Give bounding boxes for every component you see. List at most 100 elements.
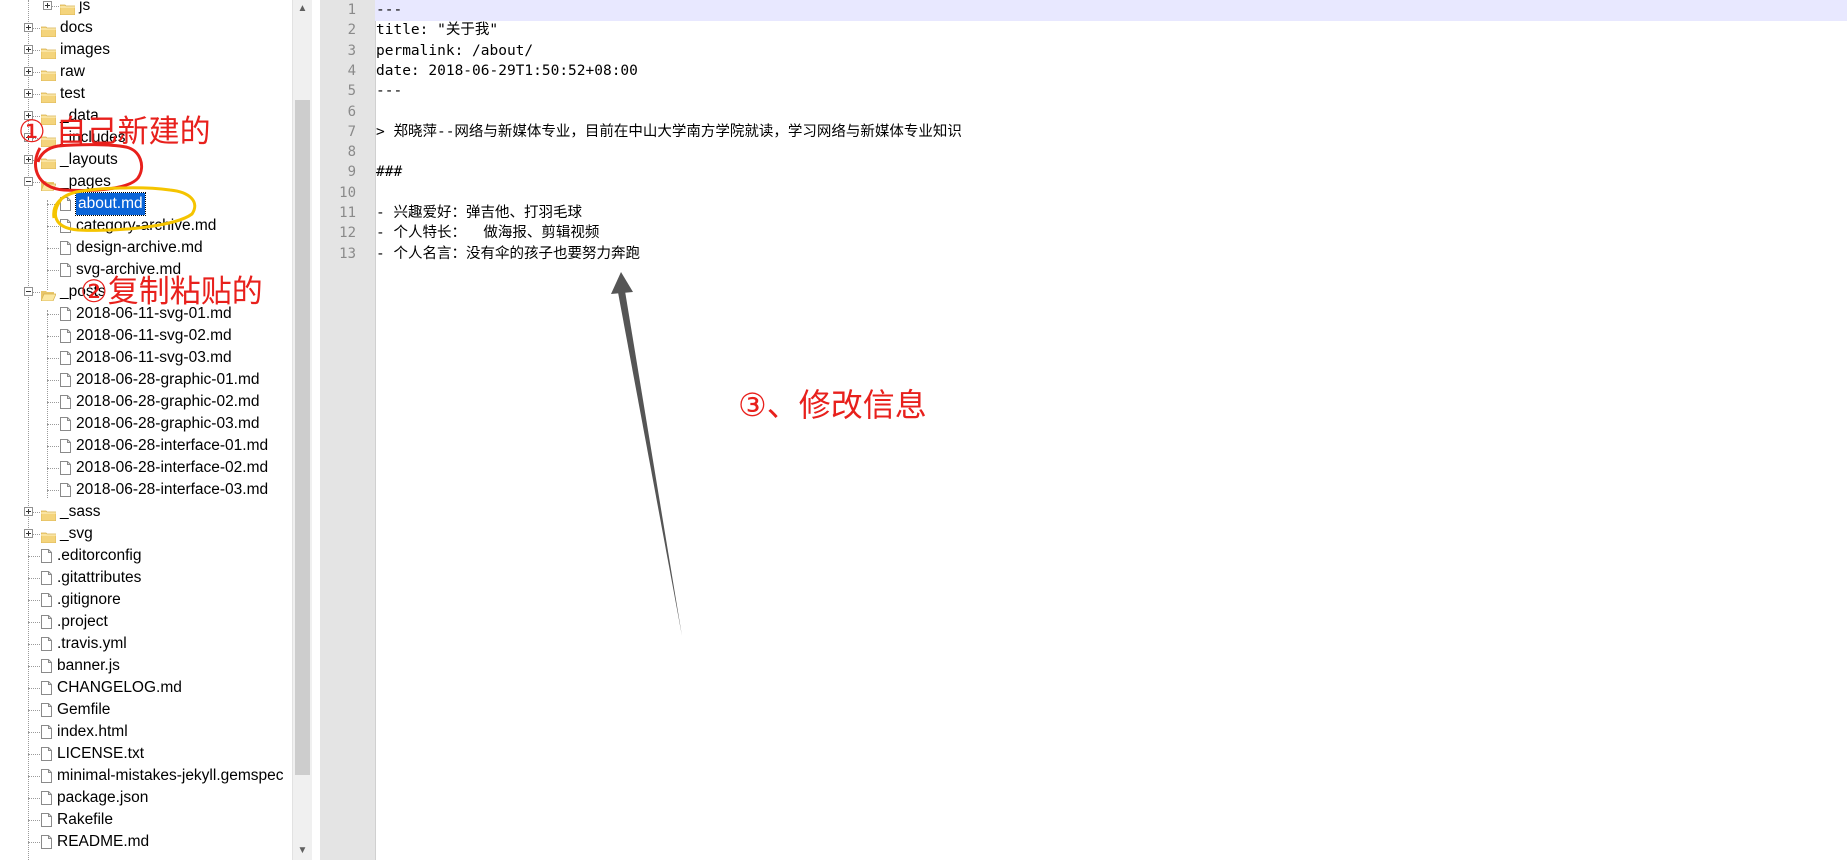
collapse-minus-icon[interactable]	[24, 177, 33, 186]
folder-icon	[40, 66, 57, 82]
file-icon	[41, 614, 52, 629]
tree-item[interactable]: _layouts	[0, 149, 292, 171]
expand-plus-icon[interactable]	[24, 529, 33, 538]
tree-item[interactable]: 2018-06-11-svg-02.md	[0, 325, 292, 347]
tree-item[interactable]: package.json	[0, 787, 292, 809]
tree-item-label: images	[60, 41, 110, 58]
code-line[interactable]: - 兴趣爱好：弹吉他、打羽毛球	[376, 203, 582, 223]
file-icon	[60, 482, 71, 497]
file-icon	[60, 460, 71, 475]
scroll-up-arrow-icon[interactable]: ▲	[293, 0, 312, 18]
code-line[interactable]: ---	[376, 81, 402, 101]
line-number: 6	[347, 103, 356, 120]
line-number: 3	[347, 42, 356, 59]
tree-item[interactable]: index.html	[0, 721, 292, 743]
tree-item[interactable]: 2018-06-11-svg-03.md	[0, 347, 292, 369]
expand-plus-icon[interactable]	[24, 89, 33, 98]
tree-item[interactable]: test	[0, 83, 292, 105]
expand-plus-icon[interactable]	[43, 1, 52, 10]
folder-icon	[40, 22, 57, 38]
folder-icon	[40, 528, 57, 544]
tree-item[interactable]: _svg	[0, 523, 292, 545]
tree-item[interactable]: 2018-06-28-graphic-03.md	[0, 413, 292, 435]
tree-scrollbar[interactable]: ▲ ▼	[292, 0, 312, 860]
tree-item[interactable]: .gitattributes	[0, 567, 292, 589]
expand-plus-icon[interactable]	[24, 45, 33, 54]
tree-item[interactable]: minimal-mistakes-jekyll.gemspec	[0, 765, 292, 787]
tree-item-label: _svg	[60, 525, 93, 542]
line-number: 5	[347, 83, 356, 100]
tree-item-label: .project	[57, 613, 108, 630]
folder-icon	[40, 88, 57, 104]
tree-item[interactable]: Gemfile	[0, 699, 292, 721]
code-line[interactable]: ###	[376, 162, 402, 182]
tree-item[interactable]: LICENSE.txt	[0, 743, 292, 765]
tree-item[interactable]: 2018-06-28-interface-01.md	[0, 435, 292, 457]
line-number: 4	[347, 62, 356, 79]
file-icon	[41, 790, 52, 805]
code-line[interactable]: - 个人特长： 做海报、剪辑视频	[376, 223, 599, 243]
tree-item[interactable]: .editorconfig	[0, 545, 292, 567]
tree-connector	[47, 226, 59, 227]
tree-item[interactable]: design-archive.md	[0, 237, 292, 259]
tree-connector	[47, 446, 59, 447]
tree-item[interactable]: docs	[0, 17, 292, 39]
tree-item[interactable]: raw	[0, 61, 292, 83]
code-line[interactable]: ---	[376, 0, 402, 20]
tree-item-label: 2018-06-28-interface-03.md	[76, 481, 269, 498]
tree-item[interactable]: category-archive.md	[0, 215, 292, 237]
tree-item[interactable]: 2018-06-28-graphic-01.md	[0, 369, 292, 391]
code-line[interactable]: - 个人名言：没有伞的孩子也要努力奔跑	[376, 244, 640, 264]
tree-item[interactable]: images	[0, 39, 292, 61]
expand-plus-icon[interactable]	[24, 67, 33, 76]
current-line-highlight	[375, 0, 1847, 21]
expand-plus-icon[interactable]	[24, 507, 33, 516]
tree-item[interactable]: .project	[0, 611, 292, 633]
tree-item[interactable]: Rakefile	[0, 809, 292, 831]
tree-connector	[28, 776, 40, 777]
tree-item-label: 2018-06-11-svg-02.md	[76, 327, 232, 344]
tree-connector	[28, 842, 40, 843]
tree-item[interactable]: banner.js	[0, 655, 292, 677]
tree-item-label: 2018-06-28-graphic-02.md	[76, 393, 260, 410]
expand-plus-icon[interactable]	[24, 23, 33, 32]
tree-connector	[28, 710, 40, 711]
code-line[interactable]: title: "关于我"	[376, 20, 498, 40]
file-icon	[60, 262, 71, 277]
tree-item[interactable]: 2018-06-28-interface-02.md	[0, 457, 292, 479]
file-icon	[41, 812, 52, 827]
tree-connector	[47, 468, 59, 469]
tree-item[interactable]: _pages	[0, 171, 292, 193]
collapse-minus-icon[interactable]	[24, 287, 33, 296]
tree-item[interactable]: README.md	[0, 831, 292, 853]
tree-connector	[28, 556, 40, 557]
code-line[interactable]: permalink: /about/	[376, 41, 533, 61]
code-line[interactable]: > 郑晓萍--网络与新媒体专业，目前在中山大学南方学院就读，学习网络与新媒体专业…	[376, 122, 962, 142]
line-number: 10	[339, 184, 356, 201]
tree-item[interactable]: _sass	[0, 501, 292, 523]
scroll-down-arrow-icon[interactable]: ▼	[293, 842, 312, 860]
tree-item-label: index.html	[57, 723, 128, 740]
tree-item[interactable]: js	[0, 0, 292, 17]
folder-open-icon	[40, 176, 57, 192]
scroll-thumb[interactable]	[295, 100, 310, 775]
line-number: 13	[339, 245, 356, 262]
tree-item[interactable]: 2018-06-28-interface-03.md	[0, 479, 292, 501]
tree-item-label: .gitattributes	[57, 569, 142, 586]
tree-connector	[47, 270, 59, 271]
file-icon	[41, 636, 52, 651]
annotation-modify-info: ③、修改信息	[738, 386, 927, 424]
tree-item[interactable]: CHANGELOG.md	[0, 677, 292, 699]
file-icon	[41, 834, 52, 849]
tree-connector	[47, 336, 59, 337]
file-icon	[60, 394, 71, 409]
tree-item[interactable]: .gitignore	[0, 589, 292, 611]
tree-item[interactable]: about.md	[0, 192, 292, 216]
expand-plus-icon[interactable]	[24, 155, 33, 164]
code-line[interactable]: date: 2018-06-29T1:50:52+08:00	[376, 61, 638, 81]
tree-connector	[28, 644, 40, 645]
tree-item[interactable]: .travis.yml	[0, 633, 292, 655]
file-icon	[60, 306, 71, 321]
tree-item[interactable]: 2018-06-28-graphic-02.md	[0, 391, 292, 413]
annotation-copy-paste: ②复制粘贴的	[80, 274, 263, 310]
